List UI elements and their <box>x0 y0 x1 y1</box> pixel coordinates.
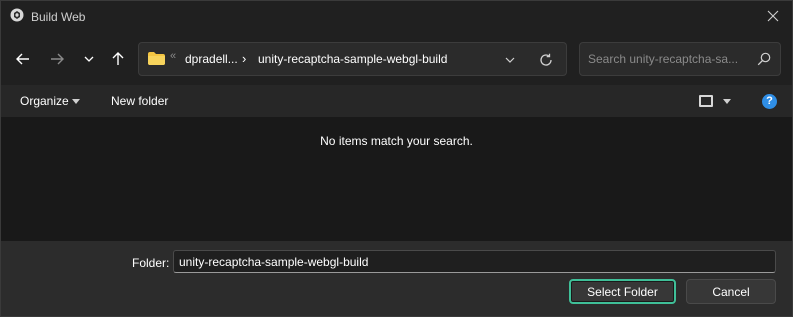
search-input[interactable] <box>588 51 748 67</box>
arrow-right-icon <box>51 53 64 65</box>
up-button[interactable] <box>107 48 129 70</box>
breadcrumb-separator[interactable]: › <box>242 51 246 66</box>
title-bar: Build Web <box>1 1 792 32</box>
breadcrumb-item-parent[interactable]: dpradell... <box>185 52 238 66</box>
chevron-down-icon <box>505 57 515 63</box>
breadcrumb-item-current[interactable]: unity-recaptcha-sample-webgl-build <box>258 52 447 66</box>
address-dropdown-button[interactable] <box>502 52 518 68</box>
refresh-icon <box>540 53 552 66</box>
new-folder-button[interactable]: New folder <box>111 94 168 108</box>
organize-button[interactable]: Organize <box>20 94 69 108</box>
navigation-bar: « dpradell... › unity-recaptcha-sample-w… <box>1 32 792 85</box>
caret-down-icon[interactable] <box>723 99 731 104</box>
command-bar: Organize New folder ? <box>1 85 792 117</box>
folder-label: Folder: <box>132 256 170 270</box>
view-mode-icon[interactable] <box>699 95 713 107</box>
cancel-button[interactable]: Cancel <box>686 279 776 304</box>
close-button[interactable] <box>758 3 788 29</box>
arrow-left-icon <box>16 53 29 65</box>
breadcrumb-overflow[interactable]: « <box>170 50 176 62</box>
empty-state-message: No items match your search. <box>320 134 473 148</box>
unity-app-icon <box>10 8 24 22</box>
dialog-footer: Folder: Select Folder Cancel <box>1 241 792 316</box>
address-bar[interactable]: « dpradell... › unity-recaptcha-sample-w… <box>138 42 567 76</box>
select-folder-button[interactable]: Select Folder <box>569 279 676 304</box>
refresh-button[interactable] <box>537 51 555 69</box>
file-dialog-window: Build Web « dpradell... › unity-recaptch… <box>0 0 793 317</box>
help-button[interactable]: ? <box>762 94 777 109</box>
caret-down-icon[interactable] <box>72 99 80 104</box>
window-title: Build Web <box>31 10 86 24</box>
arrow-up-icon <box>112 52 124 65</box>
search-box[interactable] <box>579 42 781 76</box>
back-button[interactable] <box>12 48 34 70</box>
search-icon[interactable] <box>757 52 771 66</box>
recent-locations-button[interactable] <box>78 48 100 70</box>
chevron-down-icon <box>84 56 94 62</box>
close-icon <box>767 10 779 22</box>
forward-button[interactable] <box>46 48 68 70</box>
folder-field[interactable] <box>173 250 776 273</box>
file-list-area[interactable]: No items match your search. <box>1 117 792 241</box>
folder-icon <box>148 52 165 65</box>
